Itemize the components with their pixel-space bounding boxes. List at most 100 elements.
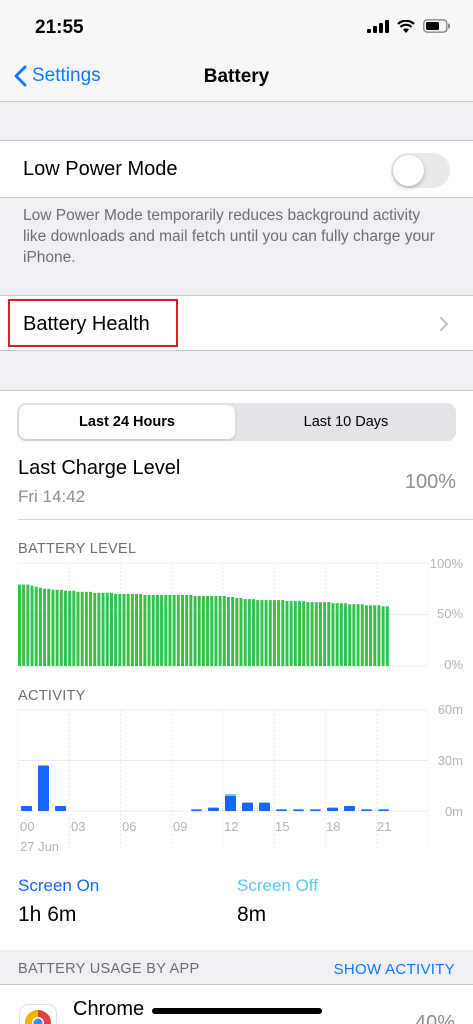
segment-last-24-hours[interactable]: Last 24 Hours xyxy=(19,405,235,439)
battery-level-bar xyxy=(318,602,322,666)
battery-level-bar xyxy=(352,604,356,666)
last-charge-time: Fri 14:42 xyxy=(18,487,86,506)
battery-level-bar xyxy=(22,584,26,666)
activity-screen-on-bar xyxy=(259,802,270,811)
activity-screen-on-bar xyxy=(191,809,202,811)
battery-level-bar xyxy=(289,601,293,666)
segment-last-10-days[interactable]: Last 10 Days xyxy=(238,405,454,439)
battery-level-bar xyxy=(139,593,143,666)
screen-off-value: 8m xyxy=(237,903,267,926)
wifi-icon xyxy=(397,19,415,33)
battery-level-bar xyxy=(247,599,251,666)
battery-level-bar xyxy=(47,588,51,666)
battery-level-bar xyxy=(185,594,189,666)
battery-level-bar xyxy=(155,594,159,666)
battery-level-bar xyxy=(385,606,389,666)
battery-level-bar xyxy=(189,594,193,666)
battery-level-bar xyxy=(381,606,385,666)
chrome-app-icon xyxy=(19,1004,57,1024)
activity-y-label-60m: 60m xyxy=(437,702,463,717)
battery-level-bar xyxy=(256,600,260,666)
activity-screen-on-bar xyxy=(310,809,321,811)
battery-level-bar xyxy=(197,595,201,666)
battery-level-bar xyxy=(214,595,218,666)
activity-screen-on-bar xyxy=(327,807,338,811)
battery-level-bar xyxy=(369,605,373,666)
battery-level-bar xyxy=(348,604,352,666)
navigation-bar: Settings Battery xyxy=(0,56,473,102)
screen-on-value: 1h 6m xyxy=(18,903,77,926)
app-percent: 40% xyxy=(414,1012,455,1024)
battery-level-bar xyxy=(114,593,118,666)
status-bar: 21:55 xyxy=(0,0,473,56)
activity-screen-on-bar xyxy=(55,805,66,811)
battery-level-bar xyxy=(293,601,297,666)
battery-level-bar xyxy=(151,594,155,666)
battery-level-bar xyxy=(160,594,164,666)
battery-level-bar xyxy=(43,588,47,666)
battery-level-bar xyxy=(364,605,368,666)
battery-level-bar xyxy=(76,591,80,666)
low-power-mode-toggle[interactable] xyxy=(391,153,450,188)
activity-screen-on-bar xyxy=(378,809,389,811)
battery-level-bar xyxy=(206,595,210,666)
activity-screen-off-bar xyxy=(225,794,236,796)
battery-level-bar xyxy=(51,589,55,666)
battery-level-bar xyxy=(360,604,364,666)
battery-level-bar xyxy=(323,602,327,666)
battery-level-bar xyxy=(268,600,272,666)
activity-screen-on-bar xyxy=(21,805,32,811)
battery-level-bar xyxy=(84,591,88,666)
activity-screen-on-bar xyxy=(361,809,372,811)
battery-level-bar xyxy=(93,592,97,666)
activity-x-label-09: 09 xyxy=(173,819,188,834)
activity-screen-on-bar xyxy=(293,809,304,811)
activity-screen-on-bar xyxy=(208,807,219,811)
battery-level-bar xyxy=(327,602,331,666)
battery-level-bar xyxy=(55,589,59,666)
battery-level-bar xyxy=(298,601,302,666)
battery-level-bar xyxy=(164,594,168,666)
battery-level-bar xyxy=(135,593,139,666)
battery-level-bar xyxy=(356,604,360,666)
activity-x-label-21: 21 xyxy=(377,819,392,834)
battery-level-bar xyxy=(59,589,63,666)
battery-level-bar xyxy=(68,590,72,666)
battery-level-bar xyxy=(122,593,126,666)
battery-level-bar xyxy=(239,598,243,666)
battery-level-bar xyxy=(373,605,377,666)
battery-level-bar xyxy=(105,592,109,666)
battery-level-bar xyxy=(181,594,184,666)
battery-level-bar xyxy=(252,599,256,666)
app-name: Chrome xyxy=(73,998,145,1020)
battery-level-bar xyxy=(344,603,348,666)
time-range-segmented-control: Last 24 Hours Last 10 Days xyxy=(17,403,456,441)
battery-icon xyxy=(423,19,450,33)
battery-level-bar xyxy=(277,600,281,666)
battery-level-bar xyxy=(26,584,30,666)
activity-screen-on-bar xyxy=(276,809,287,811)
battery-y-label-50: 50% xyxy=(436,606,463,621)
battery-y-label-100: 100% xyxy=(429,556,463,571)
battery-level-bar xyxy=(101,592,105,666)
battery-level-bar xyxy=(38,587,42,666)
activity-x-label-00: 00 xyxy=(20,819,35,834)
battery-level-bar xyxy=(306,602,310,666)
activity-x-label-18: 18 xyxy=(326,819,341,834)
battery-level-bar xyxy=(172,594,176,666)
battery-level-bar xyxy=(193,595,197,666)
activity-screen-on-bar xyxy=(225,795,236,811)
battery-level-bar xyxy=(109,592,113,666)
battery-level-bar xyxy=(302,601,306,666)
status-time: 21:55 xyxy=(35,17,84,38)
battery-level-bar xyxy=(222,595,226,666)
battery-level-bar xyxy=(210,595,214,666)
activity-x-label-06: 06 xyxy=(122,819,137,834)
battery-level-bar xyxy=(235,598,239,666)
activity-x-label-12: 12 xyxy=(224,819,239,834)
app-usage-row[interactable]: Chrome 40% xyxy=(0,984,473,1024)
show-activity-button[interactable]: SHOW ACTIVITY xyxy=(334,961,455,978)
activity-screen-on-bar xyxy=(242,802,253,811)
chevron-right-icon xyxy=(439,316,449,332)
battery-y-label-0: 0% xyxy=(444,657,463,672)
